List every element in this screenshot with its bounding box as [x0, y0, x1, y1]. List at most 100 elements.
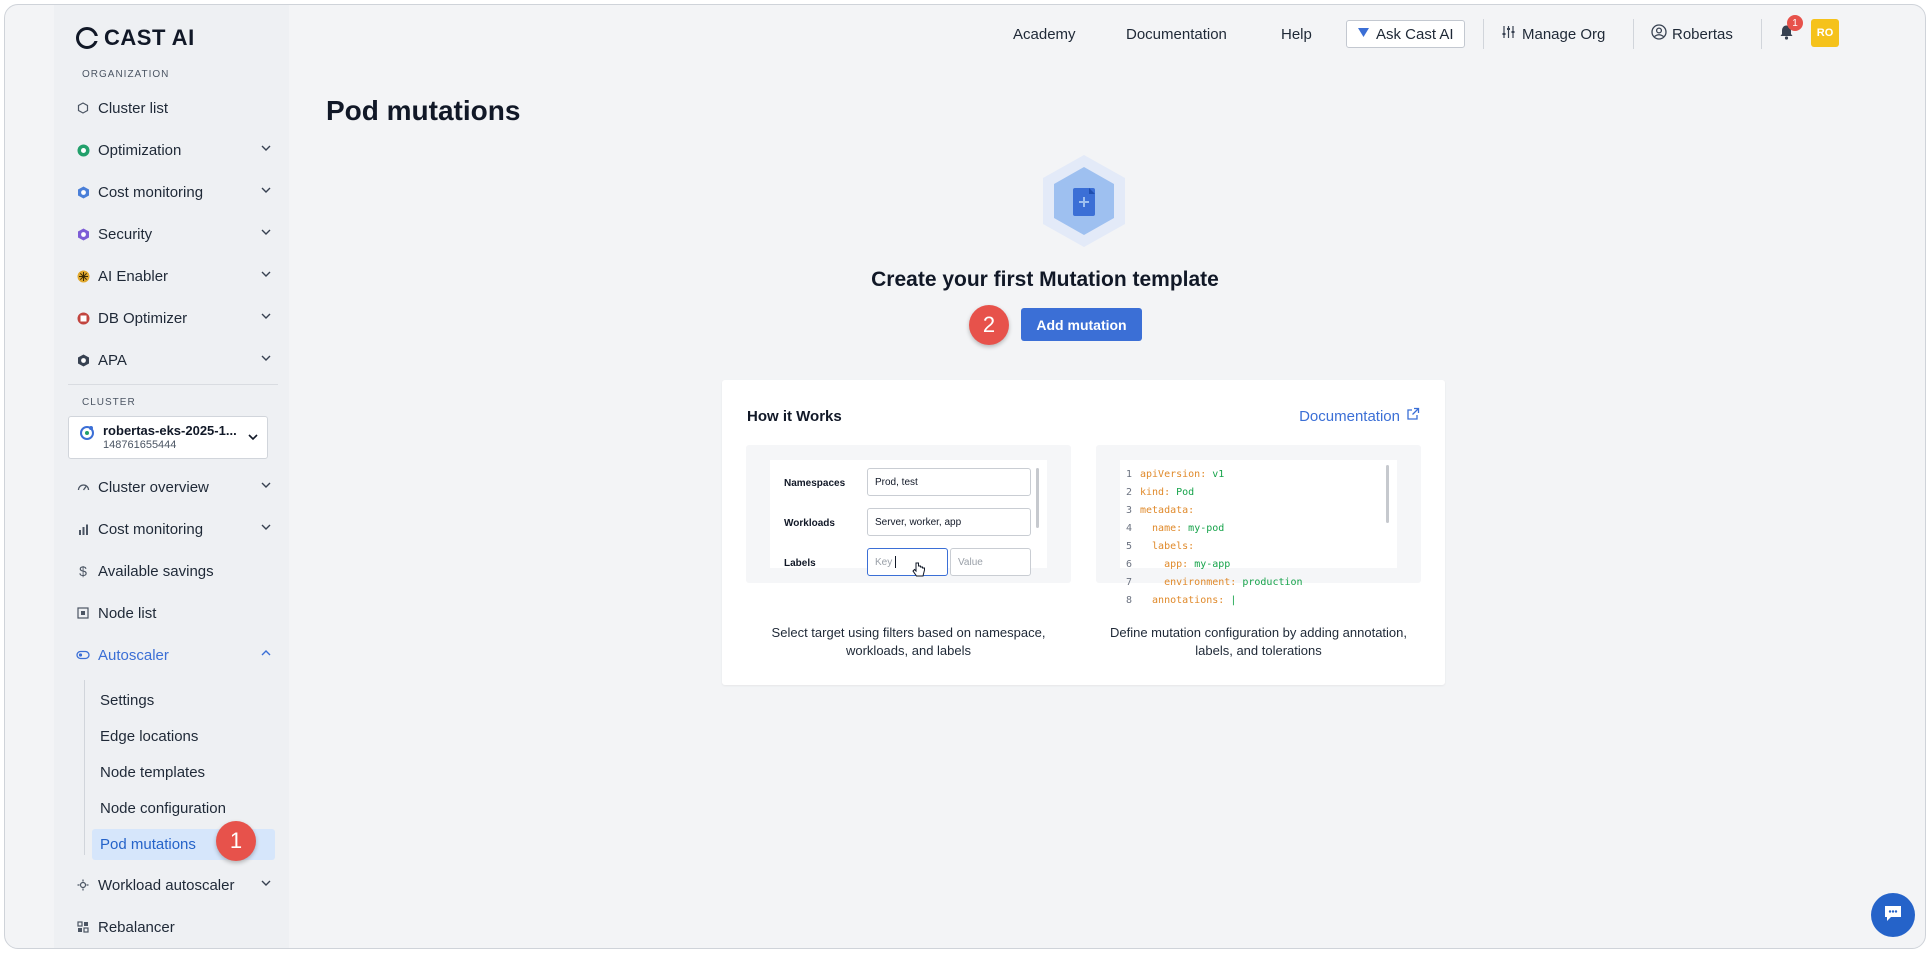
- value-field: Value: [950, 548, 1031, 576]
- key-placeholder: Key: [875, 556, 893, 568]
- chevron-down-icon: [260, 352, 272, 364]
- sidebar-subitem-edge-locations[interactable]: Edge locations: [92, 721, 275, 752]
- mini-scrollbar: [1386, 465, 1389, 523]
- code-key: kind:: [1140, 486, 1171, 498]
- user-icon: [1651, 24, 1667, 44]
- document-add-icon: [1041, 153, 1127, 254]
- chevron-down-icon: [260, 479, 272, 491]
- chevron-down-icon: [260, 268, 272, 280]
- code-value: v1: [1206, 468, 1225, 480]
- manage-org-button[interactable]: Manage Org: [1501, 19, 1605, 49]
- sidebar-item-cost-monitoring[interactable]: Cost monitoring: [68, 176, 278, 208]
- ask-cast-ai-label: Ask Cast AI: [1376, 25, 1454, 43]
- app-window: CAST AI ORGANIZATION Cluster list Optimi…: [4, 4, 1926, 949]
- code-line: 6 app: my-app: [1120, 555, 1397, 573]
- sidebar-divider: [68, 384, 278, 385]
- dollar-icon: $: [79, 563, 87, 579]
- workloads-label: Workloads: [784, 518, 835, 529]
- topbar-divider: [1633, 19, 1634, 49]
- chevron-up-icon: [260, 647, 272, 659]
- chevron-down-icon: [260, 142, 272, 154]
- ask-cast-ai-button[interactable]: Ask Cast AI: [1346, 19, 1465, 49]
- code-key: name:: [1140, 522, 1183, 534]
- topnav-academy[interactable]: Academy: [1013, 19, 1076, 49]
- sliders-icon: [1501, 25, 1516, 43]
- cast-ai-logo[interactable]: CAST AI: [76, 25, 195, 51]
- topbar-divider: [1483, 19, 1484, 49]
- sidebar-item-label: Cost monitoring: [98, 183, 204, 201]
- sidebar-item-label: Security: [98, 225, 153, 243]
- code-key: annotations:: [1140, 594, 1225, 606]
- sidebar-item-cluster-overview[interactable]: Cluster overview: [68, 471, 278, 503]
- line-number: 4: [1126, 522, 1133, 534]
- code-value: Pod: [1170, 486, 1195, 498]
- sidebar-item-node-list[interactable]: Node list: [68, 597, 278, 629]
- code-value: my-pod: [1182, 522, 1225, 534]
- manage-org-label: Manage Org: [1522, 25, 1606, 43]
- workload-autoscaler-icon: [76, 878, 90, 892]
- organization-section-label: ORGANIZATION: [82, 69, 170, 80]
- mutation-caption: Define mutation configuration by adding …: [1109, 625, 1408, 658]
- node-list-icon: [76, 606, 90, 620]
- user-menu[interactable]: Robertas: [1651, 19, 1733, 49]
- code-line: 2 kind: Pod: [1120, 483, 1397, 501]
- sidebar-item-label: Cluster overview: [98, 478, 209, 496]
- add-mutation-button[interactable]: Add mutation: [1021, 308, 1142, 341]
- code-line: 3 metadata:: [1120, 501, 1397, 519]
- sidebar-item-db-optimizer[interactable]: DB Optimizer: [68, 302, 278, 334]
- notification-count-badge: 1: [1787, 15, 1803, 31]
- how-it-works-card: How it Works Documentation Namespaces Pr…: [722, 380, 1445, 685]
- topnav-documentation[interactable]: Documentation: [1126, 19, 1227, 49]
- code-key: labels:: [1140, 540, 1195, 552]
- user-name: Robertas: [1672, 25, 1733, 43]
- sidebar-item-available-savings[interactable]: $ Available savings: [68, 555, 278, 587]
- code-illustration: 1 apiVersion: v1 2 kind: Pod 3 metadata: 4 nam…: [1096, 445, 1421, 606]
- chevron-down-icon: [260, 184, 272, 196]
- line-number: 8: [1126, 594, 1133, 606]
- chevron-down-icon: [247, 431, 259, 443]
- sidebar-item-label: Cluster list: [98, 99, 169, 117]
- sidebar-item-optimization[interactable]: Optimization: [68, 134, 278, 166]
- topbar-divider: [1761, 19, 1762, 49]
- sidebar-item-autoscaler[interactable]: Autoscaler: [68, 639, 278, 671]
- sidebar-item-label: Cost monitoring: [98, 520, 204, 538]
- page-title: Pod mutations: [326, 95, 521, 126]
- sidebar-item-cluster-list[interactable]: Cluster list: [68, 92, 278, 124]
- sidebar-item-apa[interactable]: APA: [68, 344, 278, 376]
- workloads-field: Server, worker, app: [867, 508, 1031, 536]
- sidebar-item-cluster-cost-monitoring[interactable]: Cost monitoring: [68, 513, 278, 545]
- code-line: 7 environment: production: [1120, 573, 1397, 591]
- code-key: metadata:: [1140, 504, 1195, 516]
- bar-chart-icon: [76, 522, 90, 536]
- sidebar-item-workload-autoscaler[interactable]: Workload autoscaler: [68, 869, 278, 901]
- filters-illustration: Namespaces Prod, test Workloads Server, …: [746, 445, 1071, 583]
- chevron-down-icon: [260, 521, 272, 533]
- namespaces-label: Namespaces: [784, 478, 846, 489]
- cluster-selector[interactable]: robertas-eks-2025-1... 148761655444: [68, 416, 268, 459]
- sidebar-subitem-node-templates[interactable]: Node templates: [92, 757, 275, 788]
- filters-caption: Select target using filters based on nam…: [771, 625, 1046, 658]
- sidebar-subitem-settings[interactable]: Settings: [92, 685, 275, 716]
- line-number: 5: [1126, 540, 1133, 552]
- code-line: 5 labels:: [1120, 537, 1397, 555]
- autoscaler-icon: [76, 648, 90, 662]
- code-line: 1 apiVersion: v1: [1120, 465, 1397, 483]
- sidebar-subitem-node-configuration[interactable]: Node configuration: [92, 793, 275, 824]
- topnav-help[interactable]: Help: [1281, 19, 1312, 49]
- documentation-link[interactable]: Documentation: [1299, 407, 1420, 425]
- sidebar-item-ai-enabler[interactable]: AI Enabler: [68, 260, 278, 292]
- chat-support-button[interactable]: [1871, 893, 1915, 937]
- external-link-icon: [1406, 407, 1420, 425]
- code-key: apiVersion:: [1140, 468, 1207, 480]
- sidebar-item-rebalancer[interactable]: Rebalancer: [68, 911, 278, 943]
- chevron-down-icon: [260, 226, 272, 238]
- sidebar-item-label: Available savings: [98, 562, 214, 580]
- line-number: 1: [1126, 468, 1133, 480]
- sidebar-item-security[interactable]: Security: [68, 218, 278, 250]
- submenu-guide-line: [84, 680, 85, 855]
- sidebar-item-label: Node list: [98, 604, 157, 622]
- sidebar-item-label: APA: [98, 351, 127, 369]
- line-number: 6: [1126, 558, 1133, 570]
- avatar[interactable]: RO: [1811, 19, 1839, 47]
- code-value: production: [1236, 576, 1303, 588]
